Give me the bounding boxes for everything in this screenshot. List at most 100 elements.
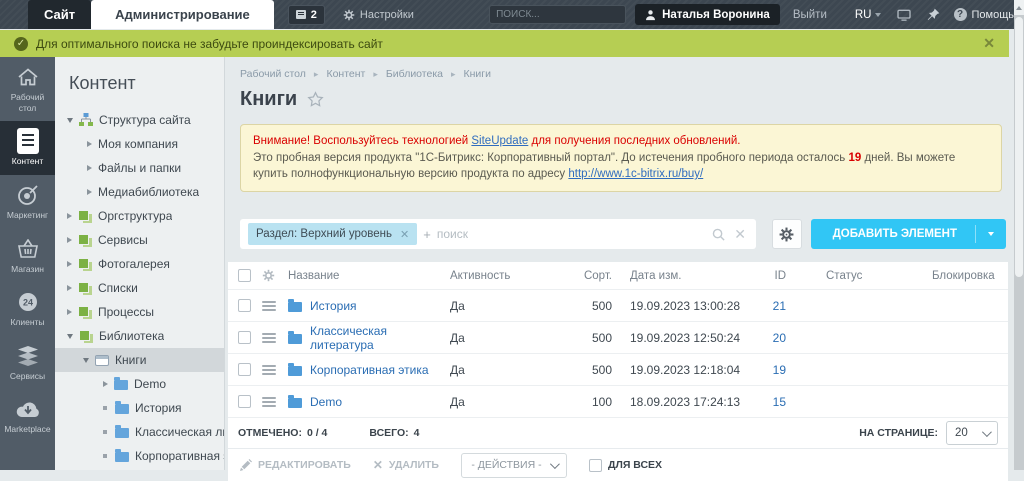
filter-search-input[interactable] (437, 227, 705, 241)
table-row[interactable]: Корпоративная этика Да 500 19.09.2023 12… (228, 354, 1008, 386)
tree-item-photogallery[interactable]: Фотогалерея (55, 252, 224, 276)
edit-button[interactable]: РЕДАКТИРОВАТЬ (240, 459, 351, 471)
tree-item-files-folders[interactable]: Файлы и папки (55, 156, 224, 180)
expand-icon[interactable] (67, 213, 72, 219)
sidebar-item-content[interactable]: Контент (0, 121, 55, 175)
collapse-icon[interactable] (67, 118, 73, 123)
settings-button[interactable]: Настройки (343, 9, 414, 21)
hotkeys-button[interactable] (897, 9, 911, 21)
grid-settings-button[interactable] (772, 219, 802, 249)
add-filter-icon[interactable]: + (423, 227, 431, 242)
language-selector[interactable]: RU (855, 9, 881, 21)
row-menu-icon[interactable] (262, 333, 276, 343)
tree-item-media-library[interactable]: Медиабиблиотека (55, 180, 224, 204)
per-page-select[interactable]: 20 (946, 421, 998, 445)
select-all-checkbox[interactable] (238, 269, 251, 282)
breadcrumb-link[interactable]: Контент (326, 68, 365, 80)
row-checkbox[interactable] (238, 331, 251, 344)
search-icon[interactable] (711, 227, 726, 242)
filter-search-bar[interactable]: Раздел: Верхний уровень ✕ + ✕ (240, 219, 756, 249)
breadcrumb-link[interactable]: Библиотека (386, 68, 443, 80)
buy-link[interactable]: http://www.1c-bitrix.ru/buy/ (568, 168, 703, 180)
columns-gear-icon[interactable] (262, 269, 275, 282)
add-element-dropdown[interactable] (976, 232, 1006, 236)
column-header-name[interactable]: Название (288, 270, 450, 282)
tree-item-site-structure[interactable]: Структура сайта (55, 108, 224, 132)
row-name-link[interactable]: Классическая литература (310, 324, 450, 352)
row-checkbox[interactable] (238, 395, 251, 408)
scrollbar[interactable] (1014, 0, 1024, 470)
column-header-id[interactable]: ID (742, 270, 786, 282)
row-name-link[interactable]: История (310, 299, 357, 313)
row-name-link[interactable]: Demo (310, 395, 342, 409)
expand-icon[interactable] (67, 261, 72, 267)
column-header-modified[interactable]: Дата изм. (612, 270, 742, 282)
search-input[interactable] (496, 9, 628, 20)
collapse-icon[interactable] (67, 334, 73, 339)
tab-site[interactable]: Сайт (28, 0, 91, 29)
row-name-link[interactable]: Корпоративная этика (310, 363, 429, 377)
breadcrumb-link[interactable]: Книги (464, 68, 491, 80)
chip-remove-icon[interactable]: ✕ (400, 228, 409, 241)
actions-dropdown[interactable]: - ДЕЙСТВИЯ - (461, 453, 567, 478)
row-id-link[interactable]: 20 (742, 331, 786, 345)
tree-item-processes[interactable]: Процессы (55, 300, 224, 324)
column-header-sort[interactable]: Сорт. (560, 270, 612, 282)
expand-icon[interactable] (103, 381, 108, 387)
scrollbar-up-arrow[interactable] (1014, 0, 1024, 15)
expand-icon[interactable] (87, 141, 92, 147)
scrollbar-thumb[interactable] (1015, 17, 1023, 277)
tree-item-orgstructure[interactable]: Оргструктура (55, 204, 224, 228)
tree-item-lists[interactable]: Списки (55, 276, 224, 300)
user-menu-button[interactable]: Наталья Воронина (635, 4, 780, 25)
favorite-star-icon[interactable] (307, 91, 324, 108)
tab-administration[interactable]: Администрирование (91, 0, 274, 29)
breadcrumb-link[interactable]: Рабочий стол (240, 68, 306, 80)
sidebar-item-clients[interactable]: 24 Клиенты (0, 282, 55, 336)
tree-item-books[interactable]: Книги (55, 348, 224, 372)
collapse-icon[interactable] (83, 358, 89, 363)
filter-chip-section[interactable]: Раздел: Верхний уровень ✕ (248, 223, 417, 245)
tree-item-classic-literature[interactable]: Классическая литература (55, 420, 224, 444)
table-row[interactable]: История Да 500 19.09.2023 13:00:28 21 (228, 290, 1008, 322)
row-id-link[interactable]: 15 (742, 395, 786, 409)
sidebar-item-shop[interactable]: Магазин (0, 229, 55, 283)
sidebar-item-services[interactable]: Сервисы (0, 336, 55, 390)
sidebar-item-marketing[interactable]: Маркетинг (0, 175, 55, 229)
expand-icon[interactable] (87, 165, 92, 171)
logout-link[interactable]: Выйти (793, 9, 827, 21)
tree-item-corporate-ethics[interactable]: Корпоративная этика (55, 444, 224, 468)
row-checkbox[interactable] (238, 363, 251, 376)
column-header-status[interactable]: Статус (786, 270, 892, 282)
tree-item-my-company[interactable]: Моя компания (55, 132, 224, 156)
table-row[interactable]: Классическая литература Да 500 19.09.202… (228, 322, 1008, 354)
tree-item-demo[interactable]: Demo (55, 372, 224, 396)
clear-filter-icon[interactable]: ✕ (732, 226, 748, 243)
row-menu-icon[interactable] (262, 301, 276, 311)
row-menu-icon[interactable] (262, 397, 276, 407)
expand-icon[interactable] (67, 285, 72, 291)
notifications-badge[interactable]: 2 (288, 5, 325, 25)
add-element-button[interactable]: ДОБАВИТЬ ЭЛЕМЕНТ (811, 219, 1006, 249)
sidebar-item-desktop[interactable]: Рабочий стол (0, 57, 55, 121)
tree-item-services[interactable]: Сервисы (55, 228, 224, 252)
column-header-lock[interactable]: Блокировка (892, 270, 998, 282)
expand-icon[interactable] (67, 309, 72, 315)
tree-item-library[interactable]: Библиотека (55, 324, 224, 348)
tree-item-history[interactable]: История (55, 396, 224, 420)
pin-button[interactable] (927, 8, 940, 21)
expand-icon[interactable] (87, 189, 92, 195)
row-checkbox[interactable] (238, 299, 251, 312)
row-id-link[interactable]: 21 (742, 299, 786, 313)
row-active: Да (450, 395, 560, 409)
siteupdate-link[interactable]: SiteUpdate (471, 135, 528, 147)
row-id-link[interactable]: 19 (742, 363, 786, 377)
sidebar-item-marketplace[interactable]: Marketplace (0, 389, 55, 443)
column-header-active[interactable]: Активность (450, 270, 560, 282)
table-row[interactable]: Demo Да 100 18.09.2023 17:24:13 15 (228, 386, 1008, 418)
row-menu-icon[interactable] (262, 365, 276, 375)
notice-close-icon[interactable]: ✕ (983, 35, 995, 52)
help-button[interactable]: ? Помощь (954, 8, 1015, 21)
check-circle-icon: ✓ (14, 37, 28, 51)
expand-icon[interactable] (67, 237, 72, 243)
